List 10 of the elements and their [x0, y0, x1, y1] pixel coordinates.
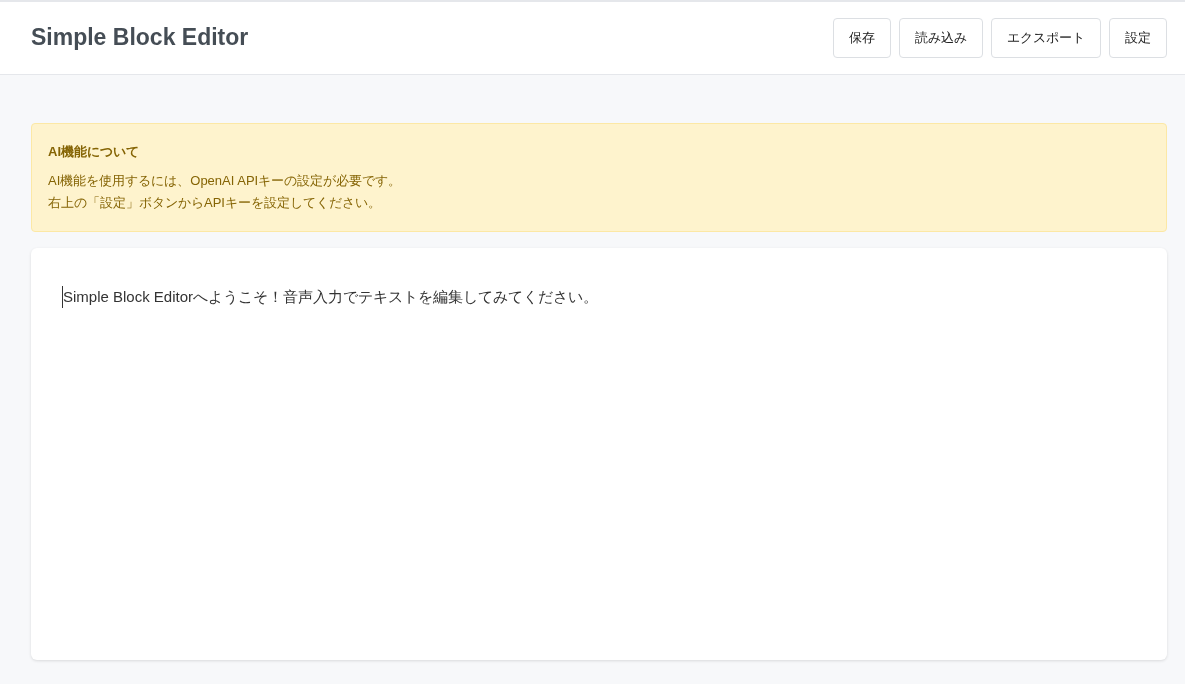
- text-block[interactable]: Simple Block Editorへようこそ！音声入力でテキストを編集してみてください。: [62, 285, 599, 308]
- app-title: Simple Block Editor: [31, 24, 249, 52]
- toolbar-button[interactable]: エクスポート: [991, 18, 1101, 58]
- notice-title: AI機能について: [48, 143, 140, 161]
- toolbar-button[interactable]: 読み込み: [899, 18, 983, 58]
- toolbar-button[interactable]: 設定: [1109, 18, 1167, 58]
- notice-text: AI機能を使用するには、OpenAI APIキーの設定が必要です。: [48, 171, 403, 190]
- notice-text: 右上の「設定」ボタンからAPIキーを設定してください。: [48, 193, 382, 212]
- toolbar-button[interactable]: 保存: [833, 18, 891, 58]
- editor-area[interactable]: Simple Block Editorへようこそ！音声入力でテキストを編集してみてください。: [31, 247, 1167, 660]
